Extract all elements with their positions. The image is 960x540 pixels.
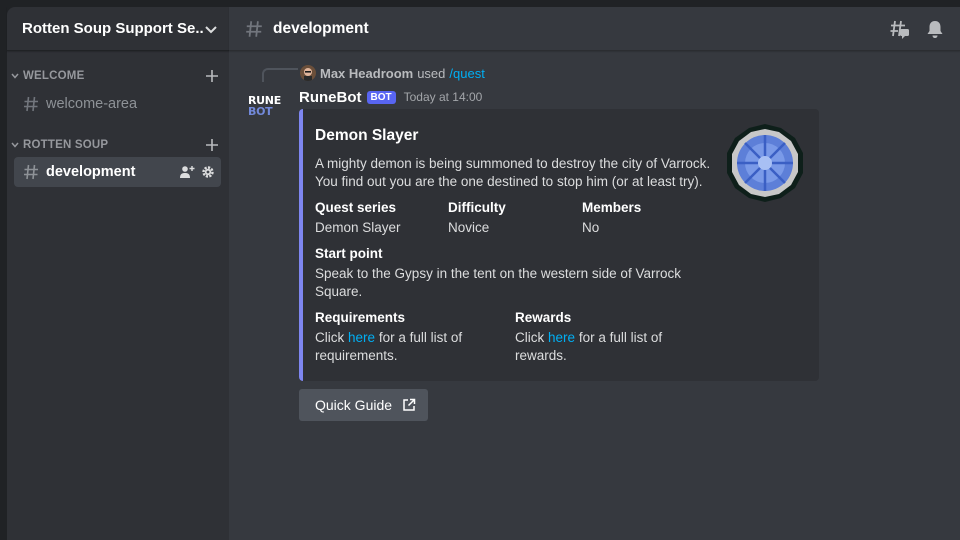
threads-icon[interactable] — [888, 18, 910, 40]
field-name: Requirements — [315, 310, 406, 325]
channel-development[interactable]: development — [14, 157, 221, 187]
field-start-point: Start point Speak to the Gypsy in the te… — [315, 245, 685, 301]
field-name: Start point — [315, 246, 383, 261]
chat-area: development Max Headroom used /quest RUN… — [229, 7, 960, 540]
hash-icon — [24, 164, 38, 180]
field-name: Members — [582, 200, 642, 215]
add-channel-icon[interactable] — [204, 68, 220, 84]
button-label: Quick Guide — [315, 397, 393, 413]
requirements-link[interactable]: here — [348, 330, 375, 345]
chevron-down-icon — [205, 25, 217, 33]
embed-description: A mighty demon is being summoned to dest… — [315, 156, 711, 189]
field-value: Novice — [448, 220, 490, 235]
channel-label: development — [46, 164, 136, 180]
server-name: Rotten Soup Support Se... — [22, 20, 203, 37]
reply-command[interactable]: /quest — [449, 66, 484, 81]
avatar[interactable] — [300, 65, 316, 81]
field-value: Click here for a full list of rewards. — [515, 329, 685, 365]
field-requirements: Requirements Click here for a full list … — [315, 309, 485, 365]
category-label: WELCOME — [23, 70, 85, 82]
author-name[interactable]: RuneBot — [299, 89, 362, 106]
field-members: Members No — [582, 199, 712, 237]
timestamp: Today at 14:00 — [403, 90, 483, 104]
field-name: Difficulty — [448, 200, 506, 215]
field-value: No — [582, 220, 600, 235]
field-rewards: Rewards Click here for a full list of re… — [515, 309, 685, 365]
field-text: Click — [515, 330, 545, 345]
channel-sidebar: Rotten Soup Support Se... WELCOME welcom… — [7, 7, 229, 540]
hash-icon — [246, 20, 262, 37]
server-header[interactable]: Rotten Soup Support Se... — [7, 7, 229, 51]
category-rotten-soup[interactable]: ROTTEN SOUP — [7, 135, 229, 155]
reply-context: Max Headroom used /quest — [300, 64, 485, 82]
field-quest-series: Quest series Demon Slayer — [315, 199, 445, 237]
field-name: Quest series — [315, 200, 397, 215]
hash-icon — [24, 96, 38, 112]
embed-card: Demon Slayer A mighty demon is being sum… — [299, 109, 819, 381]
field-value: Speak to the Gypsy in the tent on the we… — [315, 266, 681, 299]
bell-icon[interactable] — [924, 18, 946, 40]
category-welcome[interactable]: WELCOME — [7, 66, 229, 86]
quest-icon — [727, 124, 803, 202]
field-value: Demon Slayer — [315, 220, 401, 235]
channel-welcome-area[interactable]: welcome-area — [14, 89, 221, 119]
add-channel-icon[interactable] — [204, 137, 220, 153]
field-text: Click — [315, 330, 345, 345]
message-header: RuneBot BOT Today at 14:00 — [299, 87, 482, 107]
chevron-down-icon — [11, 142, 19, 148]
field-difficulty: Difficulty Novice — [448, 199, 578, 237]
embed-title: Demon Slayer — [315, 127, 419, 144]
channel-label: welcome-area — [46, 96, 138, 112]
category-label: ROTTEN SOUP — [23, 139, 109, 151]
reply-used-text: used — [417, 65, 446, 81]
reply-connector — [262, 68, 298, 82]
external-link-icon — [403, 398, 416, 411]
invite-member-icon[interactable] — [179, 164, 195, 180]
bot-badge: BOT — [366, 90, 396, 104]
channel-title: development — [273, 19, 369, 37]
chevron-down-icon — [11, 73, 19, 79]
field-name: Rewards — [515, 310, 572, 325]
rewards-link[interactable]: here — [548, 330, 575, 345]
avatar[interactable]: RUNE BOT — [248, 95, 281, 121]
gear-icon[interactable] — [200, 164, 216, 180]
quick-guide-button[interactable]: Quick Guide — [299, 389, 428, 421]
avatar-text: BOT — [248, 105, 273, 118]
field-value: Click here for a full list of requiremen… — [315, 329, 485, 365]
reply-username[interactable]: Max Headroom — [320, 66, 413, 81]
channel-header: development — [229, 7, 960, 51]
